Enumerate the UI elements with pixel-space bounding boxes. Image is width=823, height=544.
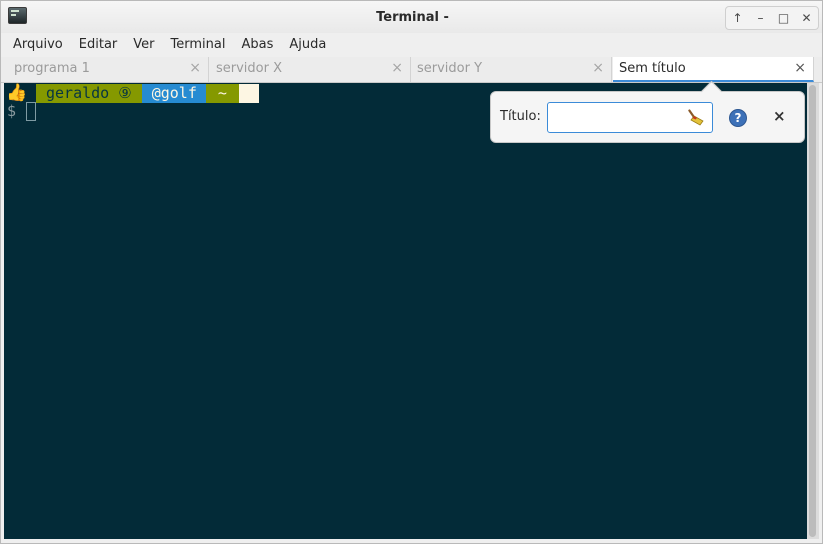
- tab-label: Sem título: [619, 61, 686, 76]
- keep-above-button[interactable]: ↑: [728, 8, 748, 28]
- terminal-window: Terminal - ↑ – □ ✕ Arquivo Editar Ver Te…: [0, 0, 823, 544]
- menu-bar: Arquivo Editar Ver Terminal Abas Ajuda: [1, 33, 822, 56]
- prompt-end-segment: [238, 84, 259, 103]
- tab-close-icon[interactable]: ×: [189, 60, 201, 76]
- title-label: Título:: [500, 109, 541, 124]
- help-icon[interactable]: ?: [729, 109, 747, 127]
- prompt-dir-segment: ~: [205, 84, 239, 103]
- menu-editar[interactable]: Editar: [67, 34, 126, 56]
- prompt-line: 👍 geraldo ⑨ @golf ~: [4, 84, 259, 103]
- close-popover-icon[interactable]: ×: [773, 107, 786, 125]
- tab-sem-titulo[interactable]: Sem título ×: [613, 57, 814, 82]
- terminal-cursor: [26, 102, 36, 121]
- menu-abas[interactable]: Abas: [229, 34, 281, 56]
- tab-close-icon[interactable]: ×: [794, 60, 806, 76]
- tab-close-icon[interactable]: ×: [391, 60, 403, 76]
- terminal-view[interactable]: 👍 geraldo ⑨ @golf ~ $: [4, 83, 807, 539]
- tab-label: servidor X: [216, 61, 283, 76]
- tab-servidor-x[interactable]: servidor X ×: [203, 57, 411, 82]
- minimize-button[interactable]: –: [751, 8, 771, 28]
- tab-close-icon[interactable]: ×: [592, 60, 604, 76]
- menu-terminal[interactable]: Terminal: [159, 34, 234, 56]
- close-window-button[interactable]: ✕: [797, 8, 817, 28]
- thumbs-up-icon: 👍: [4, 84, 36, 103]
- terminal-scrollbar[interactable]: [807, 83, 819, 539]
- menu-ajuda[interactable]: Ajuda: [277, 34, 334, 56]
- window-controls: ↑ – □ ✕: [725, 6, 819, 30]
- menu-ver[interactable]: Ver: [121, 34, 162, 56]
- tab-label: programa 1: [14, 61, 90, 76]
- tab-programa-1[interactable]: programa 1 ×: [1, 57, 209, 82]
- tab-bar: programa 1 × servidor X × servidor Y × S…: [1, 57, 822, 83]
- tab-label: servidor Y: [417, 61, 483, 76]
- clear-broom-icon[interactable]: [688, 108, 706, 126]
- prompt-user-segment: geraldo ⑨: [36, 84, 142, 103]
- menu-arquivo[interactable]: Arquivo: [1, 34, 71, 56]
- maximize-button[interactable]: □: [774, 8, 794, 28]
- tab-servidor-y[interactable]: servidor Y ×: [404, 57, 612, 82]
- scrollbar-thumb[interactable]: [809, 85, 816, 537]
- prompt-host-segment: @golf: [141, 84, 206, 103]
- window-title: Terminal -: [376, 10, 449, 25]
- shell-prompt: $: [7, 102, 17, 120]
- tab-rename-popover: Título: ? ×: [490, 80, 805, 143]
- title-bar[interactable]: Terminal - ↑ – □ ✕: [1, 1, 822, 33]
